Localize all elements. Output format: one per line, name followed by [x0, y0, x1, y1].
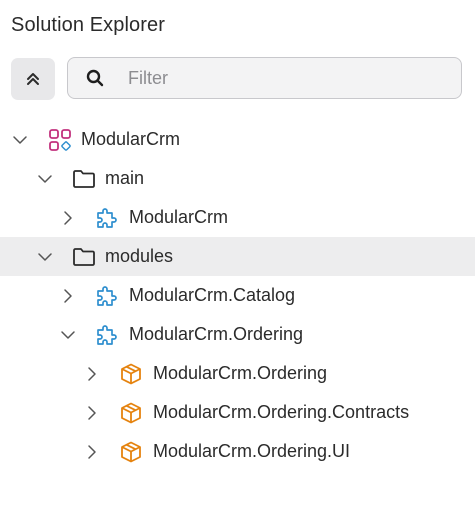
tree-item-package-ordering[interactable]: ModularCrm.Ordering	[0, 354, 475, 393]
tree-item-project-ordering[interactable]: ModularCrm.Ordering	[0, 315, 475, 354]
search-icon	[85, 68, 105, 88]
tree-item-project-catalog[interactable]: ModularCrm.Catalog	[0, 276, 475, 315]
project-icon	[95, 206, 119, 230]
tree-item-label: ModularCrm	[129, 207, 229, 227]
tree-item-label: ModularCrm.Ordering	[153, 363, 328, 383]
tree-item-label: modules	[105, 246, 174, 266]
chevron-right-icon[interactable]	[60, 210, 76, 226]
tree-item-label: ModularCrm.Ordering	[129, 324, 304, 344]
chevron-down-icon[interactable]	[37, 249, 53, 265]
tree-item-folder-modules[interactable]: modules	[0, 237, 475, 276]
chevron-down-icon[interactable]	[12, 132, 28, 148]
chevron-down-icon[interactable]	[60, 327, 76, 343]
tree-item-folder-main[interactable]: main	[0, 159, 475, 198]
tree-item-label: ModularCrm	[81, 129, 181, 149]
tree-item-project-modularcrm[interactable]: ModularCrm	[0, 198, 475, 237]
project-icon	[95, 323, 119, 347]
chevron-right-icon[interactable]	[84, 405, 100, 421]
filter-input[interactable]	[126, 66, 430, 90]
solution-icon	[48, 128, 72, 152]
tree-item-label: ModularCrm.Ordering.Contracts	[153, 402, 410, 422]
tree-item-package-ordering-ui[interactable]: ModularCrm.Ordering.UI	[0, 432, 475, 471]
package-icon	[119, 401, 143, 425]
chevron-right-icon[interactable]	[84, 366, 100, 382]
chevron-right-icon[interactable]	[84, 444, 100, 460]
solution-tree: ModularCrm main ModularCrm modules Modul…	[0, 120, 475, 471]
tree-item-label: ModularCrm.Ordering.UI	[153, 441, 351, 461]
double-chevron-up-icon	[24, 70, 42, 88]
package-icon	[119, 440, 143, 464]
chevron-down-icon[interactable]	[37, 171, 53, 187]
folder-icon	[72, 167, 96, 191]
tree-item-package-ordering-contracts[interactable]: ModularCrm.Ordering.Contracts	[0, 393, 475, 432]
tree-item-label: main	[105, 168, 145, 188]
filter-box[interactable]	[67, 57, 462, 99]
collapse-all-button[interactable]	[11, 58, 55, 100]
chevron-right-icon[interactable]	[60, 288, 76, 304]
package-icon	[119, 362, 143, 386]
project-icon	[95, 284, 119, 308]
panel-title: Solution Explorer	[11, 14, 166, 36]
tree-item-label: ModularCrm.Catalog	[129, 285, 296, 305]
folder-icon	[72, 245, 96, 269]
tree-item-solution[interactable]: ModularCrm	[0, 120, 475, 159]
